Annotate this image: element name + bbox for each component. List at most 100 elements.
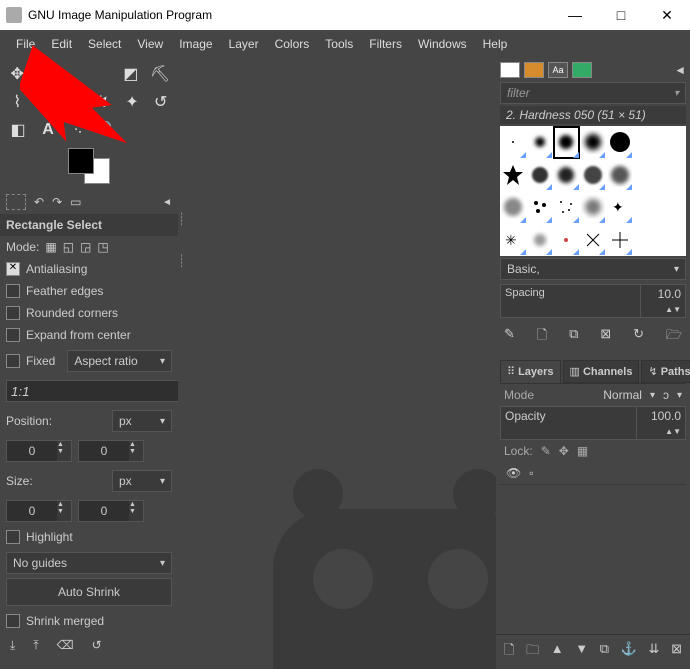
foreground-color[interactable] <box>68 148 94 174</box>
tool-icon[interactable] <box>65 92 84 112</box>
mode-intersect-icon[interactable]: ◳ <box>97 240 108 254</box>
lock-pixels-icon[interactable]: ✎ <box>541 444 551 458</box>
link-icon[interactable]: ▫ <box>529 466 533 480</box>
opacity-value-input[interactable]: 100.0 ▲▼ <box>637 406 686 440</box>
move-tool-icon[interactable]: ✥ <box>8 64 26 84</box>
feather-checkbox[interactable] <box>6 284 20 298</box>
duplicate-layer-icon[interactable]: ⧉ <box>600 641 609 663</box>
opacity-label: Opacity <box>500 406 637 440</box>
position-unit-select[interactable]: px▾ <box>112 410 172 432</box>
delete-options-icon[interactable]: ⌫ <box>57 638 74 653</box>
minimize-button[interactable]: — <box>552 0 598 30</box>
save-options-icon[interactable]: ⤓ <box>10 638 15 653</box>
menu-layer[interactable]: Layer <box>221 33 267 55</box>
refresh-brush-icon[interactable]: ↻ <box>633 326 644 348</box>
new-brush-icon[interactable]: 🗋 <box>537 326 547 348</box>
menu-windows[interactable]: Windows <box>410 33 475 55</box>
rounded-checkbox[interactable] <box>6 306 20 320</box>
size-h-input[interactable]: 0▲▼ <box>78 500 144 522</box>
visibility-eye-icon[interactable]: 👁 <box>506 466 521 480</box>
delete-brush-icon[interactable]: ⊠ <box>600 326 611 348</box>
brush-preset-select[interactable]: Basic,▾ <box>500 258 686 280</box>
menu-help[interactable]: Help <box>475 33 516 55</box>
filter-input[interactable]: filter▾ <box>500 82 686 104</box>
tool-icon[interactable] <box>65 64 83 84</box>
antialiasing-checkbox[interactable]: ✕ <box>6 262 20 276</box>
open-folder-icon[interactable]: 🗁 <box>666 326 682 348</box>
tool-icon[interactable]: ✦ <box>123 92 142 112</box>
redo-icon[interactable]: ↷ <box>52 195 62 209</box>
blend-mode-select[interactable]: ▾ <box>646 390 659 401</box>
edit-brush-icon[interactable]: ✎ <box>504 326 515 348</box>
warp-tool-icon[interactable]: ⌇ <box>8 92 27 112</box>
highlight-checkbox[interactable] <box>6 530 20 544</box>
fixed-checkbox[interactable] <box>6 354 20 368</box>
tool-options-tab-icon[interactable] <box>6 194 26 210</box>
anchor-layer-icon[interactable]: ⚓ <box>621 641 637 663</box>
tool-icon[interactable] <box>37 92 56 112</box>
menu-select[interactable]: Select <box>80 33 129 55</box>
zoom-tool-icon[interactable]: 🔍 <box>98 120 118 140</box>
maximize-button[interactable]: □ <box>598 0 644 30</box>
crop-tool-icon[interactable]: ◩ <box>122 64 140 84</box>
menu-file[interactable]: File <box>8 33 43 55</box>
mode-add-icon[interactable]: ◱ <box>63 240 74 254</box>
auto-shrink-button[interactable]: Auto Shrink <box>6 578 172 606</box>
history-tab-icon[interactable] <box>572 62 592 78</box>
channels-tab[interactable]: ▥Channels <box>563 360 640 383</box>
reset-options-icon[interactable]: ↺ <box>92 638 102 653</box>
brushes-tab-icon[interactable] <box>500 62 520 78</box>
brush-grid[interactable]: ✦ ✳ <box>500 126 686 256</box>
canvas-area[interactable]: ┊┊ <box>178 58 496 669</box>
duplicate-brush-icon[interactable]: ⧉ <box>569 326 578 348</box>
layers-list[interactable]: 👁▫ <box>500 462 686 634</box>
delete-layer-icon[interactable]: ⊠ <box>671 641 682 663</box>
patterns-tab-icon[interactable] <box>524 62 544 78</box>
color-picker-icon[interactable]: ⁖ <box>68 120 88 140</box>
color-swatch[interactable] <box>68 148 110 184</box>
menu-view[interactable]: View <box>129 33 171 55</box>
guides-select[interactable]: No guides▾ <box>6 552 172 574</box>
paths-tab[interactable]: ↯Paths <box>641 360 690 383</box>
spacing-value-input[interactable]: 10.0 ▲▼ <box>641 284 686 318</box>
menu-tools[interactable]: Tools <box>317 33 361 55</box>
merge-layer-icon[interactable]: ⇊ <box>649 641 660 663</box>
menu-image[interactable]: Image <box>171 33 220 55</box>
position-x-input[interactable]: 0▲▼ <box>6 440 72 462</box>
size-w-input[interactable]: 0▲▼ <box>6 500 72 522</box>
undo-icon[interactable]: ↶ <box>34 195 44 209</box>
transform-tool-icon[interactable]: ⛏ <box>150 64 170 84</box>
aspect-select[interactable]: Aspect ratio▾ <box>67 350 172 372</box>
expand-checkbox[interactable] <box>6 328 20 342</box>
dock-menu-icon[interactable]: ◄ <box>162 197 172 208</box>
close-button[interactable]: ✕ <box>644 0 690 30</box>
menu-filters[interactable]: Filters <box>361 33 410 55</box>
position-label: Position: <box>6 414 106 428</box>
mode-toggle-icon[interactable]: ᴐ <box>663 388 669 402</box>
lock-position-icon[interactable]: ✥ <box>559 444 569 458</box>
text-tool-icon[interactable]: A <box>38 120 58 140</box>
size-unit-select[interactable]: px▾ <box>112 470 172 492</box>
tool-icon[interactable]: ↺ <box>151 92 170 112</box>
shrink-merged-checkbox[interactable] <box>6 614 20 628</box>
paths-tool-icon[interactable]: ↯ <box>94 92 113 112</box>
mode-subtract-icon[interactable]: ◲ <box>80 240 91 254</box>
layers-tab[interactable]: ⠿Layers <box>500 360 561 383</box>
menu-colors[interactable]: Colors <box>267 33 318 55</box>
fonts-tab-icon[interactable]: Aa <box>548 62 568 78</box>
raise-layer-icon[interactable]: ▲ <box>551 641 564 663</box>
restore-options-icon[interactable]: ⤒ <box>33 638 38 653</box>
lock-alpha-icon[interactable]: ▦ <box>577 444 588 458</box>
mode-replace-icon[interactable]: ▦ <box>45 240 56 254</box>
measure-tool-icon[interactable]: ◧ <box>8 120 28 140</box>
tool-icon[interactable] <box>93 64 111 84</box>
new-group-icon[interactable]: 🗀 <box>526 641 539 663</box>
menu-edit[interactable]: Edit <box>43 33 80 55</box>
position-y-input[interactable]: 0▲▼ <box>78 440 144 462</box>
lower-layer-icon[interactable]: ▼ <box>575 641 588 663</box>
dock-menu-icon[interactable]: ◄ <box>674 63 686 77</box>
ratio-input[interactable] <box>6 380 195 402</box>
new-layer-icon[interactable]: 🗋 <box>504 641 514 663</box>
display-icon[interactable]: ▭ <box>70 195 81 209</box>
align-tool-icon[interactable]: ▭ <box>36 64 54 84</box>
